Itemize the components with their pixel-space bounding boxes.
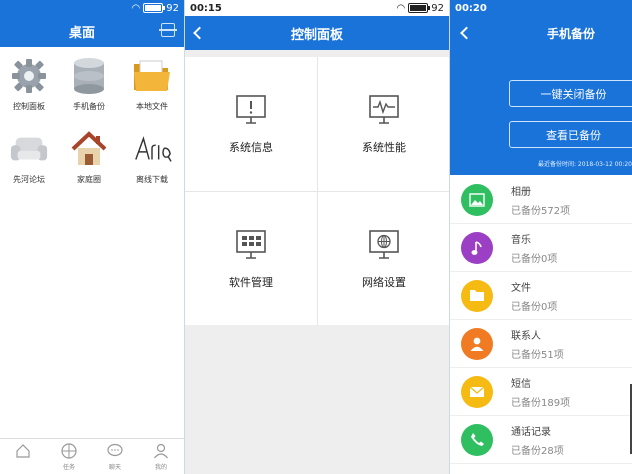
list-item[interactable]: 文件 已备份0项 (450, 272, 632, 320)
scan-icon[interactable] (159, 23, 177, 37)
desktop-screen: ◠ 92 桌面 控制面板 手机备份 本地文件 先河论坛 家庭圈 离线下载 任务 … (0, 0, 184, 474)
app-control-panel[interactable]: 控制面板 (0, 56, 58, 112)
last-backup-time: 最近备份时间: 2018-03-12 00:20 (538, 161, 632, 168)
status-right: ◠ 92 (132, 3, 179, 14)
view-backup-button[interactable]: 查看已备份 (509, 121, 632, 148)
tile-label: 系统信息 (229, 141, 273, 154)
app-grid: 控制面板 手机备份 本地文件 先河论坛 家庭圈 离线下载 (0, 56, 184, 185)
tile-network-settings[interactable]: 网络设置 (318, 192, 449, 325)
page-title: 桌面 (68, 26, 95, 41)
phone-backup-screen: 00:20 手机备份 一键关闭备份 查看已备份 最近备份时间: 2018-03-… (450, 0, 632, 474)
nav-me[interactable]: 我的 (138, 443, 184, 471)
back-icon[interactable] (460, 26, 473, 40)
battery-level: 92 (166, 2, 179, 14)
music-icon (461, 231, 493, 264)
battery-icon (143, 3, 166, 13)
folder-icon (132, 56, 172, 96)
wifi-icon: ◠ (396, 2, 406, 14)
app-label: 离线下载 (136, 175, 168, 184)
file-icon (461, 279, 493, 312)
tile-system-info[interactable]: 系统信息 (185, 57, 317, 191)
app-local-files[interactable]: 本地文件 (120, 56, 184, 112)
user-icon (154, 443, 168, 459)
gear-icon (9, 56, 49, 96)
tile-system-performance[interactable]: 系统性能 (318, 57, 449, 191)
item-status: 已备份0项 (511, 301, 558, 313)
app-label: 本地文件 (136, 102, 168, 111)
control-tiles: 系统信息 系统性能 软件管理 网络设置 (185, 57, 449, 325)
nav-label: 我的 (154, 464, 167, 471)
list-item[interactable]: 相册 已备份572项 (450, 176, 632, 224)
compass-icon (61, 443, 77, 459)
item-status: 已备份189项 (511, 397, 571, 409)
page-title: 手机备份 (546, 26, 595, 41)
app-family[interactable]: 家庭圈 (58, 129, 120, 185)
nav-tasks[interactable]: 任务 (46, 443, 92, 471)
app-label: 控制面板 (13, 102, 45, 111)
aria-icon (132, 129, 172, 169)
sofa-icon (9, 129, 49, 169)
status-bar: ◠ 92 (0, 0, 184, 16)
item-name: 文件 (511, 282, 531, 294)
item-name: 相册 (511, 186, 531, 198)
tile-software-management[interactable]: 软件管理 (185, 192, 317, 325)
item-status: 已备份28项 (511, 445, 564, 457)
item-name: 短信 (511, 378, 531, 390)
wifi-icon: ◠ (131, 2, 141, 14)
page-title: 控制面板 (290, 27, 343, 43)
nav-label: 任务 (62, 464, 75, 471)
status-right: ◠ 92 (397, 3, 444, 14)
close-backup-button[interactable]: 一键关闭备份 (509, 80, 632, 107)
status-time: 00:15 (190, 2, 222, 14)
backup-header: 手机备份 (450, 16, 632, 50)
nav-chat[interactable]: 聊天 (92, 443, 138, 471)
home-icon (16, 444, 30, 458)
tile-label: 系统性能 (362, 141, 406, 154)
nav-home[interactable] (0, 443, 46, 462)
app-label: 先河论坛 (13, 175, 45, 184)
list-item[interactable]: 联系人 已备份51项 (450, 320, 632, 368)
sms-icon (461, 375, 493, 408)
back-icon[interactable] (193, 26, 206, 40)
screenshot-collage: ◠ 92 桌面 控制面板 手机备份 本地文件 先河论坛 家庭圈 离线下载 任务 … (0, 0, 632, 474)
item-name: 音乐 (511, 234, 531, 246)
backup-list: 相册 已备份572项 音乐 已备份0项 文件 已备份0项 联系人 已备份51项 … (450, 176, 632, 464)
list-item[interactable]: 短信 已备份189项 (450, 368, 632, 416)
monitor-info-icon (236, 95, 266, 124)
status-time: 00:20 (455, 2, 487, 14)
monitor-globe-icon (369, 229, 399, 259)
tile-label: 软件管理 (229, 275, 273, 289)
house-icon (69, 129, 109, 169)
chat-icon (107, 443, 123, 457)
status-bar: 00:20 (450, 0, 632, 16)
bottom-nav: 任务 聊天 我的 (0, 438, 184, 474)
monitor-pulse-icon (369, 95, 399, 124)
monitor-grid-icon (236, 229, 266, 259)
status-bar: 00:15 ◠ 92 (185, 0, 449, 16)
battery-level: 92 (431, 2, 444, 14)
item-status: 已备份0项 (511, 253, 558, 265)
app-forum[interactable]: 先河论坛 (0, 129, 58, 185)
item-name: 联系人 (511, 330, 541, 342)
list-item[interactable]: 通话记录 已备份28项 (450, 416, 632, 464)
app-label: 家庭圈 (77, 175, 101, 184)
phone-icon (461, 423, 493, 456)
battery-icon (408, 3, 431, 13)
tile-label: 网络设置 (362, 275, 406, 289)
database-icon (69, 56, 109, 96)
photo-icon (461, 183, 493, 216)
app-phone-backup[interactable]: 手机备份 (58, 56, 120, 112)
control-panel-screen: 00:15 ◠ 92 控制面板 系统信息 系统性能 软件管理 网络设置 (184, 0, 450, 474)
app-label: 手机备份 (73, 102, 105, 111)
item-status: 已备份51项 (511, 349, 564, 361)
item-status: 已备份572项 (511, 205, 571, 217)
list-item[interactable]: 音乐 已备份0项 (450, 224, 632, 272)
control-panel-header: 控制面板 (185, 16, 449, 50)
nav-label: 聊天 (108, 464, 121, 471)
app-offline-download[interactable]: 离线下载 (120, 129, 184, 185)
item-name: 通话记录 (511, 426, 551, 438)
desktop-header: 桌面 (0, 16, 184, 47)
contact-icon (461, 327, 493, 360)
